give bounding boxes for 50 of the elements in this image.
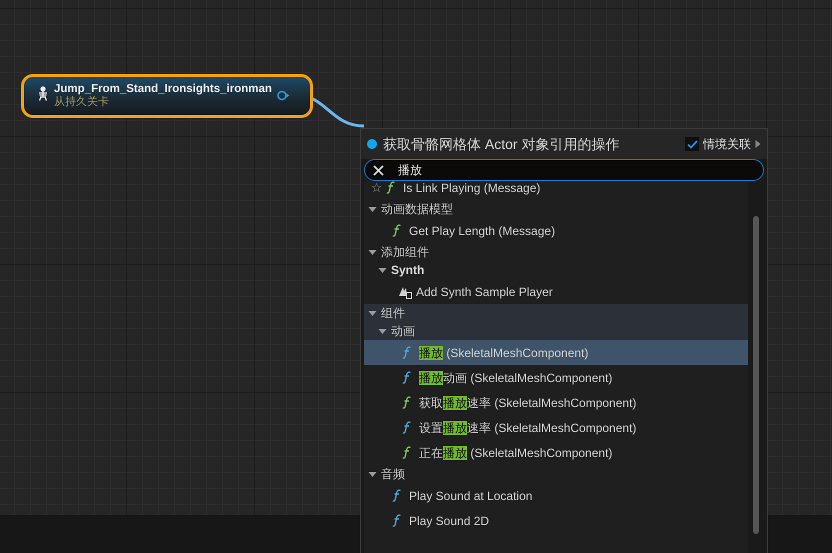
category-label: 添加组件: [381, 244, 429, 261]
action-item[interactable]: Get Play Length (Message): [364, 218, 748, 243]
category-label: 动画数据模型: [381, 201, 453, 218]
expanded-caret-icon[interactable]: [368, 470, 377, 478]
check-icon: [686, 140, 698, 148]
function-label: 获取播放速率 (SkeletalMeshComponent): [419, 394, 636, 412]
category-label: 组件: [381, 305, 405, 322]
scrollbar-thumb[interactable]: [753, 216, 759, 534]
menu-title: 获取骨骼网格体 Actor 对象引用的操作: [383, 134, 620, 154]
search-field[interactable]: 播放: [364, 159, 764, 181]
action-item[interactable]: 获取播放速率 (SkeletalMeshComponent): [364, 390, 748, 415]
search-value: 播放: [398, 162, 422, 179]
action-item[interactable]: 正在播放 (SkeletalMeshComponent): [364, 440, 748, 465]
action-item[interactable]: Play Sound 2D: [364, 508, 748, 533]
exec-pin-icon[interactable]: [276, 90, 290, 100]
event-node[interactable]: Jump_From_Stand_Ironsights_ironman 从持久关卡: [21, 74, 313, 118]
function-label: 正在播放 (SkeletalMeshComponent): [419, 444, 612, 462]
clear-icon[interactable]: [373, 164, 384, 176]
function-label: 设置播放速率 (SkeletalMeshComponent): [419, 420, 636, 436]
action-item[interactable]: Play Sound at Location: [364, 483, 748, 508]
synth-icon: [398, 284, 413, 298]
star-icon[interactable]: [372, 183, 381, 192]
function-label: Play Sound 2D: [409, 512, 490, 530]
expanded-caret-icon[interactable]: [368, 204, 377, 214]
category-row[interactable]: 添加组件: [364, 243, 748, 261]
action-item[interactable]: 播放动画 (SkeletalMeshComponent): [364, 365, 748, 390]
category-label: 音频: [381, 466, 405, 483]
category-row[interactable]: 音频: [364, 465, 748, 483]
category-row[interactable]: 动画: [364, 322, 748, 340]
function-label: Is Link Playing (Message): [403, 181, 540, 196]
function-label: Add Synth Sample Player: [416, 284, 553, 300]
function-label: 播放 (SkeletalMeshComponent): [419, 344, 588, 362]
category-row[interactable]: 动画数据模型: [364, 200, 748, 218]
expand-arrow-icon[interactable]: [755, 139, 761, 149]
action-item[interactable]: 设置播放速率 (SkeletalMeshComponent): [364, 415, 748, 440]
checkbox-label: 情境关联: [703, 136, 751, 153]
function-label: Play Sound at Location: [409, 488, 532, 504]
node-subtitle: 从持久关卡: [54, 96, 110, 109]
action-item[interactable]: 播放 (SkeletalMeshComponent): [364, 340, 748, 365]
function-label: Get Play Length (Message): [409, 222, 556, 240]
function-label: 播放动画 (SkeletalMeshComponent): [419, 370, 612, 386]
category-label: 动画: [391, 323, 415, 340]
node-title: Jump_From_Stand_Ironsights_ironman: [54, 83, 272, 96]
checkbox[interactable]: [685, 137, 699, 151]
skeleton-icon: [36, 86, 50, 100]
action-item[interactable]: Add Synth Sample Player: [364, 279, 748, 304]
category-row[interactable]: 组件: [364, 304, 748, 322]
category-label: Synth: [391, 262, 424, 279]
action-item[interactable]: Is Link Playing (Message): [364, 181, 748, 200]
category-row[interactable]: Synth: [364, 261, 748, 279]
